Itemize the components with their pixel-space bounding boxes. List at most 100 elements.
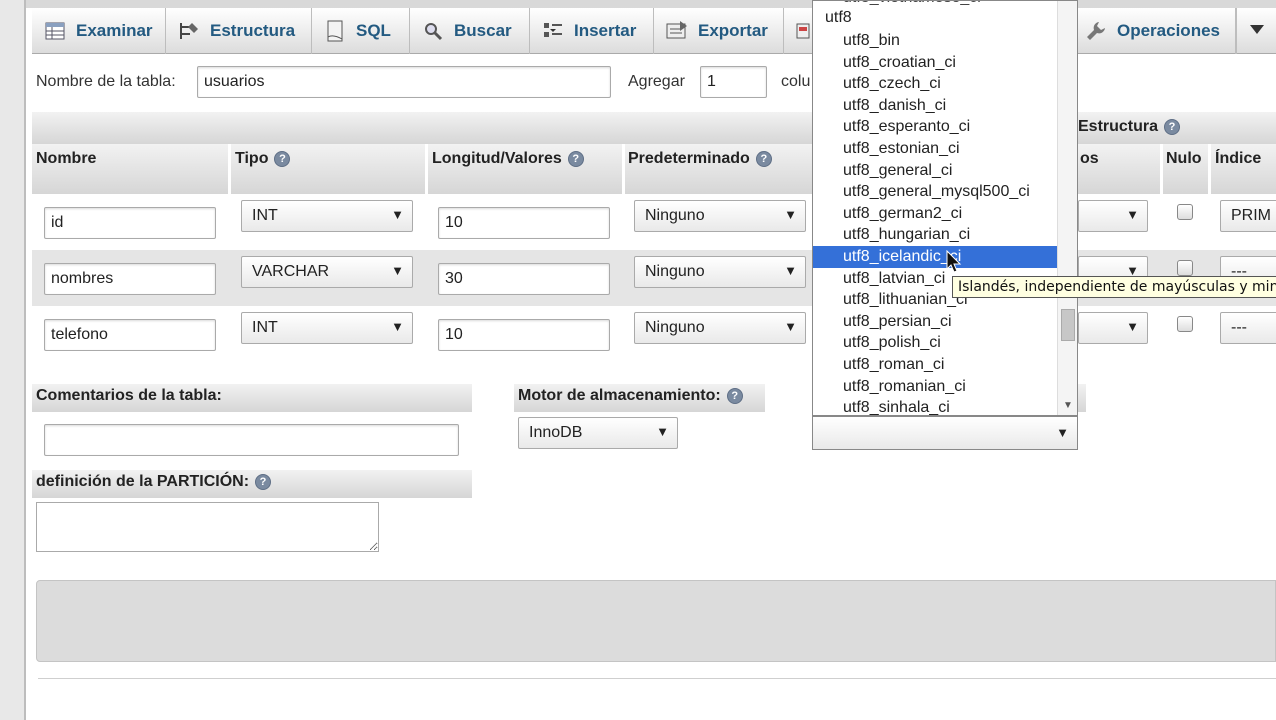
collation-dropdown-list[interactable]: utf8_vietnamese_ci utf8 utf8_binutf8_cro… — [812, 0, 1078, 416]
dropdown-arrow-icon: ▼ — [784, 207, 797, 222]
tab-estructura[interactable]: Estructura — [166, 8, 312, 54]
select-value: --- — [1231, 319, 1247, 336]
estructura-header-label: Estructura — [1078, 118, 1159, 135]
help-icon[interactable]: ? — [726, 388, 743, 404]
dropdown-scrollbar[interactable]: ▼ — [1057, 1, 1077, 415]
top-strip — [26, 0, 1276, 8]
header-band — [32, 112, 812, 144]
collation-option[interactable]: utf8_croatian_ci — [813, 52, 1057, 74]
column-attributes-select[interactable]: ▼ — [1078, 312, 1148, 344]
tab-label: SQL — [356, 21, 391, 40]
collation-option[interactable]: utf8_general_ci — [813, 160, 1057, 182]
tab-label: Exportar — [698, 21, 768, 40]
collation-option[interactable]: utf8_persian_ci — [813, 311, 1057, 333]
col-header-predeterminado-label: Predeterminado — [628, 150, 750, 167]
collation-option[interactable]: utf8_romanian_ci — [813, 376, 1057, 398]
tab-operaciones[interactable]: Operaciones — [1072, 8, 1236, 54]
storage-engine-select[interactable]: InnoDB ▼ — [518, 417, 678, 449]
help-icon[interactable]: ? — [274, 151, 291, 167]
tab-label: Examinar — [76, 21, 153, 40]
tab-examinar[interactable]: Examinar — [32, 8, 166, 54]
tab-label: Buscar — [454, 21, 512, 40]
collation-option[interactable]: utf8_danish_ci — [813, 95, 1057, 117]
columns-label: colu — [781, 73, 811, 90]
collation-option[interactable]: utf8_bin — [813, 30, 1057, 52]
column-length-input[interactable] — [438, 207, 610, 239]
export-icon — [666, 20, 688, 42]
select-value: Ninguno — [645, 319, 705, 336]
dropdown-item-cut[interactable]: utf8_vietnamese_ci — [843, 1, 981, 7]
column-index-select[interactable]: PRIM — [1220, 200, 1276, 232]
collation-option[interactable]: utf8_sinhala_ci — [813, 397, 1057, 415]
column-default-select[interactable]: Ninguno ▼ — [634, 200, 806, 232]
dropdown-arrow-icon: ▼ — [784, 319, 797, 334]
column-index-select[interactable]: --- — [1220, 312, 1276, 344]
sql-icon — [324, 20, 346, 42]
help-icon[interactable]: ? — [255, 474, 272, 490]
tab-label: Estructura — [210, 21, 296, 40]
search-icon — [422, 20, 444, 42]
select-value: Ninguno — [645, 207, 705, 224]
collation-option[interactable]: utf8_hungarian_ci — [813, 224, 1057, 246]
collation-option[interactable]: utf8_icelandic_ci — [813, 246, 1057, 268]
comments-label: Comentarios de la tabla: — [36, 387, 222, 405]
select-value: INT — [252, 319, 278, 336]
collation-option[interactable]: utf8_polish_ci — [813, 332, 1057, 354]
table-name-input[interactable] — [197, 66, 611, 98]
column-name-input[interactable] — [44, 319, 216, 351]
column-type-select[interactable]: INT ▼ — [241, 200, 413, 232]
col-header-nulo: Nulo — [1166, 150, 1202, 168]
wrench-icon — [1085, 20, 1107, 42]
column-default-select[interactable]: Ninguno ▼ — [634, 256, 806, 288]
column-type-select[interactable]: VARCHAR ▼ — [241, 256, 413, 288]
help-icon[interactable]: ? — [567, 151, 584, 167]
tab-buscar[interactable]: Buscar — [410, 8, 530, 54]
col-header-atributos: os — [1080, 150, 1099, 168]
tab-sql[interactable]: SQL — [312, 8, 410, 54]
help-icon[interactable]: ? — [755, 151, 772, 167]
collation-option[interactable]: utf8_roman_ci — [813, 354, 1057, 376]
select-value: PRIM — [1231, 207, 1271, 224]
tab-insertar[interactable]: Insertar — [530, 8, 654, 54]
column-type-select[interactable]: INT ▼ — [241, 312, 413, 344]
table-name-label: Nombre de la tabla: — [36, 73, 176, 90]
column-attributes-select[interactable]: ▼ — [1078, 200, 1148, 232]
partition-definition-textarea[interactable] — [36, 502, 379, 552]
col-header-nombre: Nombre — [36, 150, 96, 168]
tab-exportar[interactable]: Exportar — [654, 8, 784, 54]
add-columns-input[interactable] — [700, 66, 767, 98]
col-header-nulo-label: Nulo — [1166, 150, 1202, 167]
column-name-input[interactable] — [44, 263, 216, 295]
column-null-checkbox[interactable] — [1177, 316, 1193, 332]
column-length-input[interactable] — [438, 263, 610, 295]
more-tabs-button[interactable] — [1236, 8, 1276, 54]
select-value: InnoDB — [529, 424, 583, 441]
collation-option[interactable]: utf8_general_mysql500_ci — [813, 181, 1057, 203]
column-name-input[interactable] — [44, 207, 216, 239]
col-header-predeterminado: Predeterminado? — [628, 150, 772, 168]
help-icon[interactable]: ? — [1164, 119, 1181, 135]
dropdown-arrow-icon: ▼ — [1056, 425, 1069, 440]
collation-option[interactable]: utf8_estonian_ci — [813, 138, 1057, 160]
comments-label-text: Comentarios de la tabla: — [36, 387, 222, 404]
scrollbar-thumb[interactable] — [1061, 309, 1075, 341]
tab-label: Operaciones — [1117, 21, 1220, 40]
add-label: Agregar — [628, 73, 685, 90]
insert-icon — [542, 20, 564, 42]
chevron-down-icon — [1249, 22, 1264, 40]
column-length-input[interactable] — [438, 319, 610, 351]
partition-label-text: definición de la PARTICIÓN: — [36, 473, 250, 490]
dropdown-arrow-icon: ▼ — [1126, 319, 1139, 334]
collation-option[interactable]: utf8_czech_ci — [813, 73, 1057, 95]
collation-option[interactable]: utf8_german2_ci — [813, 203, 1057, 225]
collation-option[interactable]: utf8_esperanto_ci — [813, 116, 1057, 138]
column-default-select[interactable]: Ninguno ▼ — [634, 312, 806, 344]
column-null-checkbox[interactable] — [1177, 204, 1193, 220]
import-icon — [796, 20, 810, 42]
collation-select[interactable]: ▼ — [812, 416, 1078, 450]
table-comments-input[interactable] — [44, 424, 459, 456]
select-value: Ninguno — [645, 263, 705, 280]
left-window-edge — [0, 0, 26, 720]
scroll-down-arrow-icon[interactable]: ▼ — [1063, 400, 1073, 411]
column-null-checkbox[interactable] — [1177, 260, 1193, 276]
